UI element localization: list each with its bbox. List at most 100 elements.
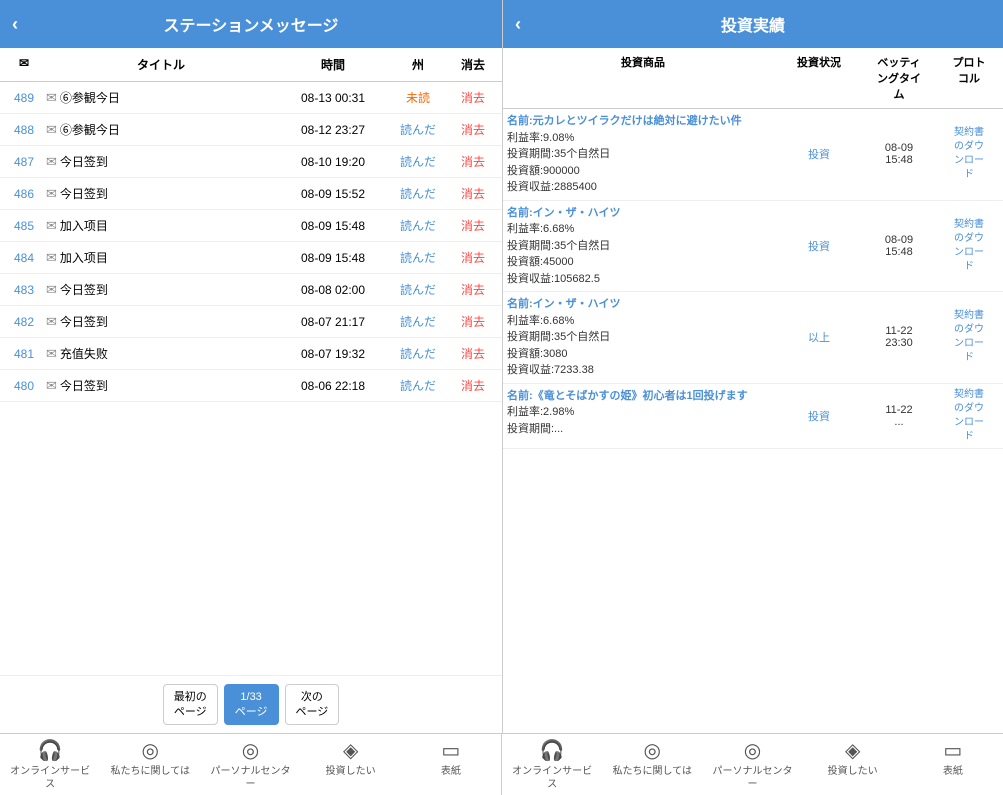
row-id: 487 <box>4 153 44 171</box>
row-time: 08-08 02:00 <box>278 281 388 299</box>
row-title: ✉ ⑥参観今日 <box>44 119 278 140</box>
left-bottom-nav: 🎧 オンラインサービス ◎ 私たちに関しては ◎ パーソナルセンター ◈ 投資し… <box>0 734 501 795</box>
row-title: ✉ 加入项目 <box>44 247 278 268</box>
row-title: ✉ 加入项目 <box>44 215 278 236</box>
next-page-button[interactable]: 次の ページ <box>285 684 340 725</box>
nav-icon: 🎧 <box>38 738 63 763</box>
col-header-delete: 消去 <box>448 54 498 75</box>
row-delete-button[interactable]: 消去 <box>448 183 498 204</box>
right-row-download-link[interactable]: 契約書 のダウ ンロー ド <box>939 296 999 379</box>
envelope-icon: ✉ <box>46 218 57 234</box>
nav-icon: ◎ <box>242 738 259 763</box>
left-table-row[interactable]: 486 ✉ 今日签到 08-09 15:52 読んだ 消去 <box>0 178 502 210</box>
nav-item[interactable]: 🎧 オンラインサービス <box>512 738 592 791</box>
left-table-body: 489 ✉ ⑥参観今日 08-13 00:31 未読 消去 488 ✉ ⑥参観今… <box>0 82 502 675</box>
left-table-row[interactable]: 487 ✉ 今日签到 08-10 19:20 読んだ 消去 <box>0 146 502 178</box>
right-row-status: 投資 <box>779 388 859 444</box>
right-row-status: 投資 <box>779 113 859 196</box>
right-row-download-link[interactable]: 契約書 のダウ ンロー ド <box>939 388 999 444</box>
row-delete-button[interactable]: 消去 <box>448 279 498 300</box>
right-row-time: 08-09 15:48 <box>859 113 939 196</box>
left-back-button[interactable]: ‹ <box>12 14 18 35</box>
right-row-download-link[interactable]: 契約書 のダウ ンロー ド <box>939 205 999 288</box>
left-table-row[interactable]: 485 ✉ 加入项目 08-09 15:48 読んだ 消去 <box>0 210 502 242</box>
first-page-button[interactable]: 最初の ページ <box>163 684 218 725</box>
row-delete-button[interactable]: 消去 <box>448 375 498 396</box>
nav-item[interactable]: ◎ パーソナルセンター <box>210 738 290 791</box>
row-delete-button[interactable]: 消去 <box>448 151 498 172</box>
envelope-icon: ✉ <box>46 154 57 170</box>
row-id: 482 <box>4 313 44 331</box>
row-status: 読んだ <box>388 279 448 300</box>
row-status: 読んだ <box>388 311 448 332</box>
row-title: ✉ 今日签到 <box>44 151 278 172</box>
row-time: 08-06 22:18 <box>278 377 388 395</box>
left-table-row[interactable]: 481 ✉ 充值失败 08-07 19:32 読んだ 消去 <box>0 338 502 370</box>
right-table-body: 名前:元カレとツイラクだけは絶対に避けたい件 利益率:9.08% 投資期間:35… <box>503 109 1003 733</box>
nav-label: パーソナルセンター <box>210 765 290 791</box>
current-page-button[interactable]: 1/33 ページ <box>224 684 279 725</box>
nav-item[interactable]: ◈ 投資したい <box>813 738 893 791</box>
left-table-row[interactable]: 480 ✉ 今日签到 08-06 22:18 読んだ 消去 <box>0 370 502 402</box>
row-title: ✉ ⑥参観今日 <box>44 87 278 108</box>
row-delete-button[interactable]: 消去 <box>448 311 498 332</box>
row-delete-button[interactable]: 消去 <box>448 247 498 268</box>
right-col-header-time: ベッティングタイム <box>859 52 939 104</box>
right-bottom-nav: 🎧 オンラインサービス ◎ 私たちに関しては ◎ パーソナルセンター ◈ 投資し… <box>502 734 1003 795</box>
col-header-icon: ✉ <box>4 54 44 75</box>
nav-label: 表紙 <box>943 765 963 778</box>
envelope-icon: ✉ <box>46 314 57 330</box>
nav-item[interactable]: ▭ 表紙 <box>913 738 993 791</box>
right-col-header-protocol: プロトコル <box>939 52 999 104</box>
right-table-header: 投資商品 投資状況 ベッティングタイム プロトコル <box>503 48 1003 109</box>
envelope-icon: ✉ <box>46 378 57 394</box>
right-col-header-product: 投資商品 <box>507 52 779 104</box>
right-row-time: 08-09 15:48 <box>859 205 939 288</box>
right-row-name: 名前:元カレとツイラクだけは絶対に避けたい件 <box>507 115 742 127</box>
left-table-row[interactable]: 483 ✉ 今日签到 08-08 02:00 読んだ 消去 <box>0 274 502 306</box>
right-back-button[interactable]: ‹ <box>515 14 521 35</box>
nav-item[interactable]: ◎ 私たちに関しては <box>110 738 190 791</box>
left-title: ステーションメッセージ <box>164 12 339 36</box>
row-id: 484 <box>4 249 44 267</box>
row-status: 読んだ <box>388 375 448 396</box>
left-pagination: 最初の ページ 1/33 ページ 次の ページ <box>0 675 502 733</box>
nav-item[interactable]: 🎧 オンラインサービス <box>10 738 90 791</box>
col-header-time: 時間 <box>278 54 388 75</box>
row-id: 489 <box>4 89 44 107</box>
right-row-download-link[interactable]: 契約書 のダウ ンロー ド <box>939 113 999 196</box>
nav-icon: ◎ <box>644 738 661 763</box>
left-table-row[interactable]: 489 ✉ ⑥参観今日 08-13 00:31 未読 消去 <box>0 82 502 114</box>
right-row-time: 11-22 23:30 <box>859 296 939 379</box>
left-header: ‹ ステーションメッセージ <box>0 0 502 48</box>
row-status: 読んだ <box>388 343 448 364</box>
left-table-row[interactable]: 484 ✉ 加入项目 08-09 15:48 読んだ 消去 <box>0 242 502 274</box>
row-title: ✉ 今日签到 <box>44 279 278 300</box>
right-row-name: 名前:イン・ザ・ハイツ <box>507 298 620 310</box>
nav-item[interactable]: ◎ 私たちに関しては <box>612 738 692 791</box>
row-status: 読んだ <box>388 215 448 236</box>
envelope-icon: ✉ <box>46 346 57 362</box>
row-time: 08-07 21:17 <box>278 313 388 331</box>
left-table-row[interactable]: 482 ✉ 今日签到 08-07 21:17 読んだ 消去 <box>0 306 502 338</box>
nav-icon: ◎ <box>142 738 159 763</box>
nav-item[interactable]: ▭ 表紙 <box>411 738 491 791</box>
row-time: 08-13 00:31 <box>278 89 388 107</box>
row-delete-button[interactable]: 消去 <box>448 215 498 236</box>
left-table-row[interactable]: 488 ✉ ⑥参観今日 08-12 23:27 読んだ 消去 <box>0 114 502 146</box>
nav-item[interactable]: ◈ 投資したい <box>311 738 391 791</box>
right-title: 投資実績 <box>721 12 785 36</box>
nav-item[interactable]: ◎ パーソナルセンター <box>712 738 792 791</box>
col-header-status: 州 <box>388 54 448 75</box>
nav-label: 投資したい <box>326 765 376 778</box>
right-row-time: 11-22 ... <box>859 388 939 444</box>
row-id: 481 <box>4 345 44 363</box>
right-row-name: 名前:イン・ザ・ハイツ <box>507 207 620 219</box>
row-delete-button[interactable]: 消去 <box>448 343 498 364</box>
row-title: ✉ 今日签到 <box>44 183 278 204</box>
row-delete-button[interactable]: 消去 <box>448 119 498 140</box>
right-header: ‹ 投資実績 <box>503 0 1003 48</box>
row-delete-button[interactable]: 消去 <box>448 87 498 108</box>
right-row-status: 投資 <box>779 205 859 288</box>
nav-label: 表紙 <box>441 765 461 778</box>
